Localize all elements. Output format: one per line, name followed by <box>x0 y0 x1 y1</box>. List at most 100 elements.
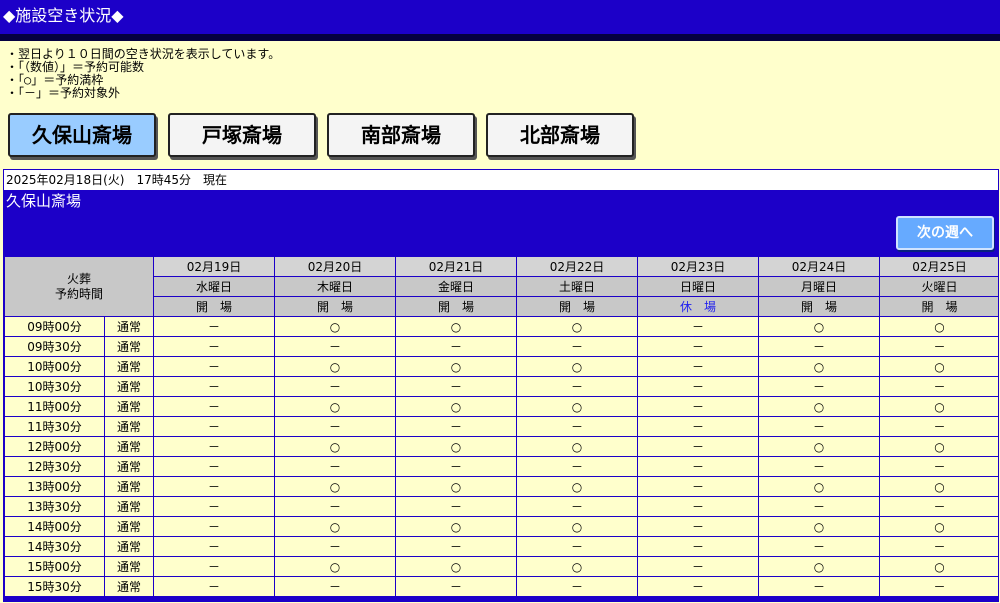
slot-type: 通常 <box>103 396 155 417</box>
availability-cell: ○ <box>274 516 397 537</box>
availability-cell: － <box>516 336 639 357</box>
slot-type: 通常 <box>103 556 155 577</box>
table-row: 10時00分 通常－ ○ ○ ○ － ○ ○ <box>4 356 998 377</box>
table-row: 13時30分 通常－－－－－－－ <box>4 496 998 517</box>
availability-cell: ○ <box>879 396 998 417</box>
slot-type: 通常 <box>103 316 155 337</box>
availability-cell: ○ <box>274 356 397 377</box>
availability-cell: － <box>637 536 760 557</box>
table-row: 11時00分 通常－ ○ ○ ○ － ○ ○ <box>4 396 998 417</box>
day-date: 02月19日 <box>153 256 276 277</box>
availability-cell: － <box>395 576 518 597</box>
header-row-weekday: 水曜日 木曜日 金曜日 土曜日 日曜日 月曜日 火曜日 <box>5 276 998 297</box>
availability-cell: － <box>758 416 881 437</box>
availability-cell: ○ <box>758 476 881 497</box>
time-slot: 10時00分 <box>4 356 105 377</box>
slot-type: 通常 <box>103 536 155 557</box>
availability-cell: ○ <box>274 396 397 417</box>
time-slot: 13時30分 <box>4 496 105 517</box>
availability-cell: － <box>153 436 276 457</box>
availability-cell: ○ <box>395 396 518 417</box>
slot-type: 通常 <box>103 576 155 597</box>
availability-cell: － <box>274 576 397 597</box>
table-row: 12時00分 通常－ ○ ○ ○ － ○ ○ <box>4 436 998 457</box>
time-slot: 12時30分 <box>4 456 105 477</box>
corner-line: 火葬 <box>67 271 92 286</box>
availability-table: 火葬 予約時間 02月19日 02月20日 02月21日 02月22日 02月23日 02月2… <box>4 256 998 597</box>
day-weekday: 木曜日 <box>274 276 397 297</box>
table-row: 09時30分 通常－－－－－－－ <box>4 336 998 357</box>
tab-hokubu[interactable]: 北部斎場 <box>486 113 634 157</box>
availability-cell: － <box>153 336 276 357</box>
availability-cell: ○ <box>758 356 881 377</box>
availability-cell: － <box>758 536 881 557</box>
availability-cell: ○ <box>516 476 639 497</box>
availability-cell: － <box>153 456 276 477</box>
time-slot: 12時00分 <box>4 436 105 457</box>
availability-cell: ○ <box>879 436 998 457</box>
availability-cell: ○ <box>274 316 397 337</box>
current-datetime: 2025年02月18日(火) 17時45分 現在 <box>4 170 998 190</box>
page-header: ◆施設空き状況◆ <box>0 0 1000 41</box>
availability-cell: ○ <box>758 316 881 337</box>
slot-type: 通常 <box>103 496 155 517</box>
availability-cell: － <box>274 536 397 557</box>
tab-nanbu[interactable]: 南部斎場 <box>327 113 475 157</box>
availability-cell: － <box>153 316 276 337</box>
availability-cell: ○ <box>395 356 518 377</box>
availability-cell: － <box>153 576 276 597</box>
time-slot: 15時00分 <box>4 556 105 577</box>
availability-cell: － <box>758 456 881 477</box>
tab-totsuka[interactable]: 戸塚斎場 <box>168 113 316 157</box>
availability-cell: ○ <box>516 316 639 337</box>
availability-cell: － <box>153 376 276 397</box>
availability-cell: － <box>879 416 998 437</box>
availability-cell: － <box>153 476 276 497</box>
availability-cell: ○ <box>758 516 881 537</box>
availability-cell: ○ <box>516 436 639 457</box>
slot-type: 通常 <box>103 376 155 397</box>
availability-cell: － <box>637 496 760 517</box>
slot-type: 通常 <box>103 356 155 377</box>
availability-cell: － <box>758 496 881 517</box>
availability-cell: － <box>395 416 518 437</box>
table-row: 12時30分 通常－－－－－－－ <box>4 456 998 477</box>
availability-cell: － <box>637 436 760 457</box>
availability-cell: － <box>637 516 760 537</box>
availability-cell: － <box>395 336 518 357</box>
day-date: 02月23日 <box>637 256 760 277</box>
availability-cell: － <box>637 356 760 377</box>
availability-cell: － <box>516 376 639 397</box>
day-date: 02月21日 <box>395 256 518 277</box>
availability-cell: － <box>395 536 518 557</box>
availability-panel: 2025年02月18日(火) 17時45分 現在 久保山斎場 次の週へ 火葬 予約… <box>3 169 999 602</box>
availability-cell: ○ <box>395 556 518 577</box>
next-week-button[interactable]: 次の週へ <box>896 216 994 250</box>
availability-cell: － <box>395 456 518 477</box>
day-status: 開 場 <box>758 296 881 317</box>
day-weekday: 火曜日 <box>879 276 998 297</box>
availability-cell: － <box>637 476 760 497</box>
availability-cell: ○ <box>516 356 639 377</box>
slot-type: 通常 <box>103 456 155 477</box>
table-row: 13時00分 通常－ ○ ○ ○ － ○ ○ <box>4 476 998 497</box>
day-weekday: 水曜日 <box>153 276 276 297</box>
time-slot: 10時30分 <box>4 376 105 397</box>
time-slot: 14時30分 <box>4 536 105 557</box>
availability-cell: ○ <box>516 556 639 577</box>
availability-cell: － <box>879 376 998 397</box>
page-title: ◆施設空き状況◆ <box>3 6 124 25</box>
table-row: 11時30分 通常－－－－－－－ <box>4 416 998 437</box>
availability-cell: ○ <box>395 436 518 457</box>
slot-type: 通常 <box>103 436 155 457</box>
day-status: 開 場 <box>395 296 518 317</box>
availability-cell: ○ <box>395 476 518 497</box>
corner-line: 予約時間 <box>55 286 104 301</box>
availability-cell: － <box>153 516 276 537</box>
time-slot: 14時00分 <box>4 516 105 537</box>
tab-kuboyama[interactable]: 久保山斎場 <box>8 113 156 157</box>
header-row-date: 火葬 予約時間 02月19日 02月20日 02月21日 02月22日 02月23日 02月2… <box>4 256 998 317</box>
day-status: 開 場 <box>274 296 397 317</box>
table-row: 15時30分 通常－－－－－－－ <box>4 576 998 597</box>
availability-cell: － <box>516 416 639 437</box>
